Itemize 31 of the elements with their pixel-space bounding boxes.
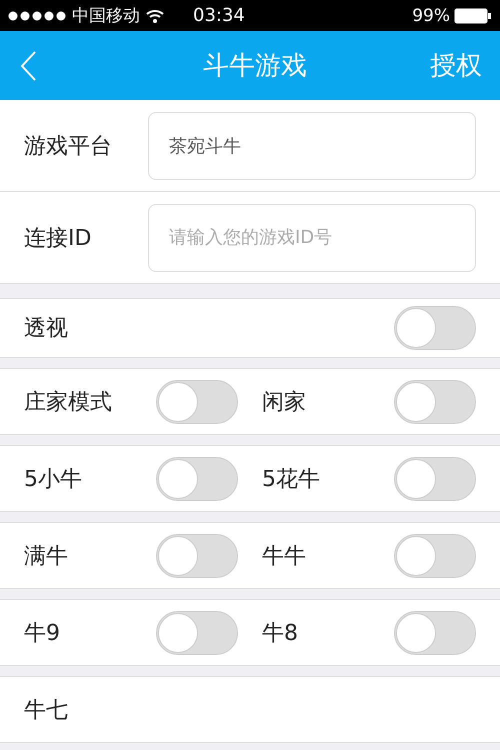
- toggle-switch[interactable]: [394, 456, 476, 500]
- option-label: 牛牛: [262, 542, 306, 570]
- option-label: 牛9: [24, 620, 60, 648]
- option-label: 5小牛: [24, 466, 82, 494]
- back-icon: [20, 50, 36, 80]
- carrier-name: 中国移动: [72, 5, 140, 27]
- page-title: 斗牛游戏: [203, 50, 307, 83]
- option-label: 牛七: [24, 696, 68, 724]
- option-label: 透视: [24, 315, 68, 343]
- option-label: 满牛: [24, 542, 68, 570]
- toggle-switch[interactable]: [156, 534, 238, 578]
- toggle-switch[interactable]: [156, 610, 238, 654]
- toggle-switch[interactable]: [156, 380, 238, 424]
- toggle-switch[interactable]: [394, 534, 476, 578]
- toggle-switch[interactable]: [394, 610, 476, 654]
- field-label: 游戏平台: [24, 132, 113, 160]
- toggle-switch[interactable]: [156, 456, 238, 500]
- battery-icon: [454, 8, 492, 24]
- option-label: 牛8: [262, 620, 298, 648]
- battery-percent: 99%: [412, 6, 450, 26]
- field-label: 连接ID: [24, 224, 92, 252]
- wifi-icon: [146, 8, 164, 22]
- option-label: 闲家: [262, 388, 306, 416]
- option-label: 5花牛: [262, 466, 320, 494]
- toggle-switch[interactable]: [394, 306, 476, 350]
- clock-time: 03:34: [193, 5, 246, 26]
- input-field[interactable]: 茶宛斗牛: [148, 112, 476, 180]
- input-field[interactable]: 请输入您的游戏ID号: [148, 204, 476, 272]
- signal-icon: [8, 10, 66, 20]
- option-label: 庄家模式: [24, 388, 112, 416]
- toggle-switch[interactable]: [394, 380, 476, 424]
